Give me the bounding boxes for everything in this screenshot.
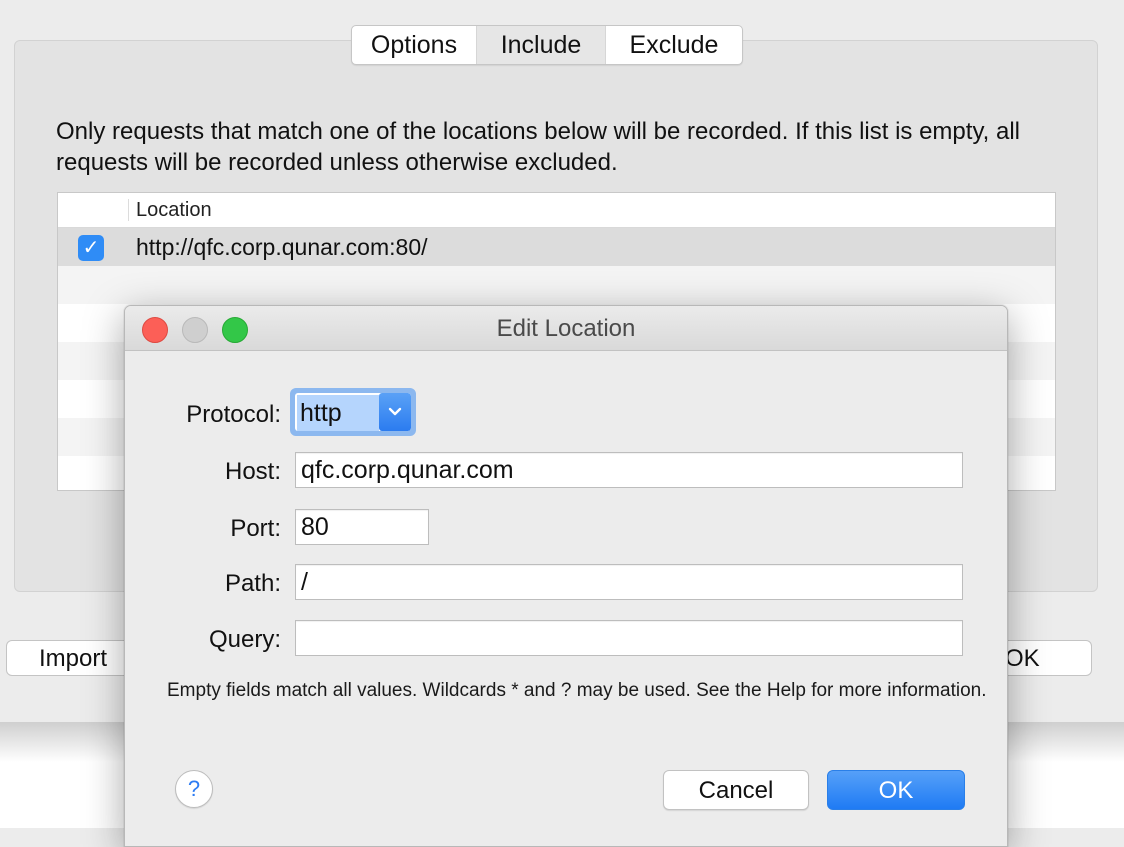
- protocol-select[interactable]: http: [290, 388, 416, 436]
- column-separator: [128, 199, 129, 221]
- tab-bar: Options Include Exclude: [351, 25, 743, 65]
- table-row[interactable]: ✓ http://qfc.corp.qunar.com:80/: [58, 228, 1055, 266]
- query-field[interactable]: [295, 620, 963, 656]
- dialog-titlebar: Edit Location: [125, 306, 1007, 351]
- column-header-location[interactable]: Location: [136, 199, 212, 222]
- query-label: Query:: [208, 626, 281, 653]
- tab-include[interactable]: Include: [477, 26, 606, 64]
- help-text: Empty fields match all values. Wildcards…: [167, 680, 987, 701]
- protocol-select-inner: http: [295, 393, 411, 431]
- row-location: http://qfc.corp.qunar.com:80/: [136, 234, 428, 260]
- protocol-label: Protocol:: [186, 401, 281, 428]
- path-label: Path:: [224, 570, 281, 597]
- empty-row: [58, 266, 1055, 304]
- enabled-checkbox[interactable]: ✓: [78, 235, 104, 261]
- host-label: Host:: [224, 458, 281, 485]
- edit-location-dialog: Edit Location Protocol: http Host: qfc.c…: [124, 305, 1008, 847]
- ok-button[interactable]: OK: [827, 770, 965, 810]
- include-description: Only requests that match one of the loca…: [56, 118, 1021, 176]
- cancel-button[interactable]: Cancel: [663, 770, 809, 810]
- help-button[interactable]: ?: [175, 770, 213, 808]
- protocol-value: http: [297, 395, 379, 431]
- tab-exclude[interactable]: Exclude: [606, 26, 742, 64]
- table-header: Location: [58, 193, 1055, 228]
- tab-options[interactable]: Options: [352, 26, 477, 64]
- port-field[interactable]: 80: [295, 509, 429, 545]
- dialog-title: Edit Location: [496, 315, 636, 342]
- port-label: Port:: [230, 515, 281, 542]
- chevron-down-icon[interactable]: [379, 393, 411, 431]
- path-field[interactable]: /: [295, 564, 963, 600]
- host-field[interactable]: qfc.corp.qunar.com: [295, 452, 963, 488]
